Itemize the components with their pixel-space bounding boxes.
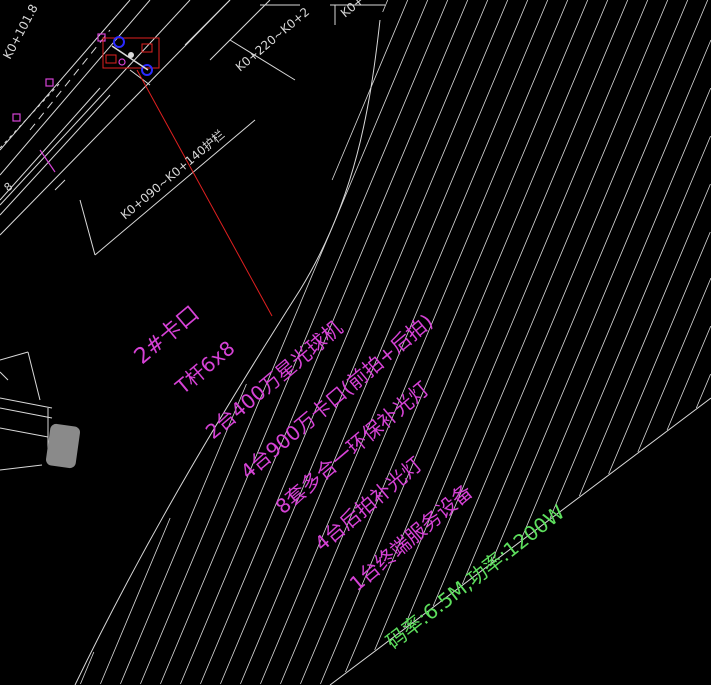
hatch-line: [608, 231, 711, 475]
hatch-line: [491, 39, 711, 563]
hatch-line: [549, 135, 711, 519]
checkpoint-annotation[interactable]: 2#卡口 T杆6x8 2台400万星光球机 4台900万卡口(前拍+后拍) 8套…: [130, 301, 477, 596]
vehicle-icon[interactable]: [0, 351, 81, 471]
hatch-line: [331, 0, 409, 181]
checkpoint-line-2: 2台400万星光球机: [201, 316, 347, 444]
hatch-line: [200, 0, 489, 685]
hatch-line: [100, 517, 171, 685]
road-label-top-left: K0+101.8: [0, 2, 40, 61]
hatch-line: [695, 373, 711, 409]
road-lines: [0, 0, 385, 256]
road-label-top-mid: K0+220~K0+2: [233, 5, 312, 75]
hatch-line: [80, 651, 95, 685]
hatch-line: [579, 183, 711, 497]
tick-mark-label: 8: [2, 180, 16, 194]
hatch-line: [462, 0, 709, 585]
checkpoint-line-1: T杆6x8: [170, 336, 239, 400]
hatch-line: [520, 87, 711, 541]
hatch-line: [300, 0, 589, 685]
road-label-top-right: K0+: [338, 0, 367, 20]
hatch-line: [382, 0, 389, 13]
segment-label: K0+090~K0+140护栏: [117, 127, 227, 223]
cad-drawing-canvas[interactable]: K0+101.8 K0+220~K0+2 K0+ K0+090~K0+140护栏…: [0, 0, 711, 685]
checkpoint-title: 2#卡口: [130, 301, 205, 369]
